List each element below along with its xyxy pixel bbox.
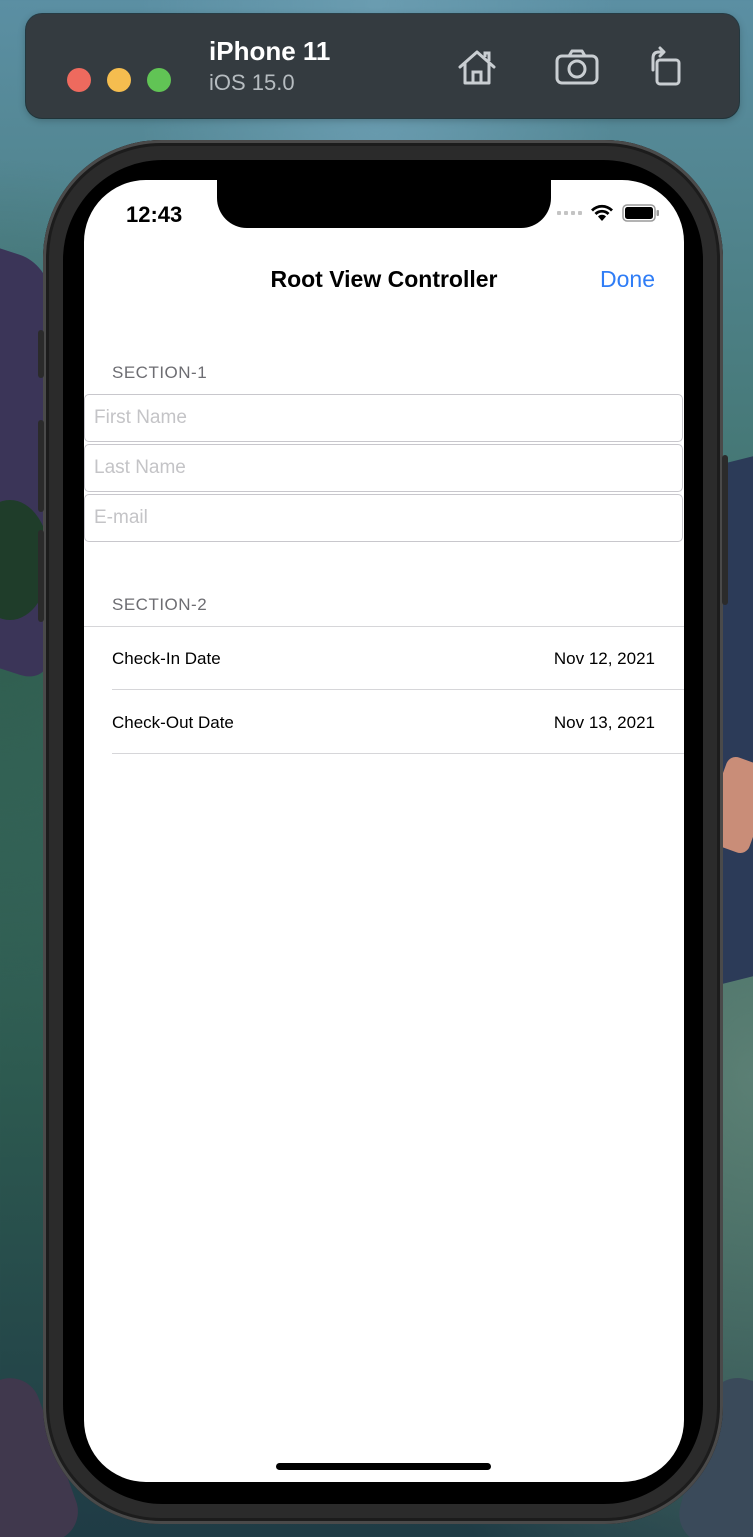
power-button [722,455,728,605]
wifi-icon [591,204,613,221]
status-indicators [557,204,660,222]
first-name-field [84,394,683,442]
section-header-2: SECTION-2 [112,595,208,614]
home-icon [458,50,496,85]
volume-down-button [38,530,44,622]
zoom-window-button[interactable] [147,68,171,92]
email-field [84,494,683,542]
os-version: iOS 15.0 [209,70,295,95]
volume-up-button [38,420,44,512]
first-name-input[interactable] [85,395,682,441]
status-time: 12:43 [126,202,183,227]
minimize-window-button[interactable] [107,68,131,92]
nav-title: Root View Controller [270,266,498,292]
simulator-toolbar: iPhone 11 iOS 15.0 [26,14,739,118]
check-in-date-value[interactable]: Nov 12, 2021 [554,649,655,669]
notch [217,180,551,228]
check-in-date-row[interactable]: Check-In Date Nov 12, 2021 [112,627,655,690]
home-button[interactable] [450,40,504,94]
check-out-date-label: Check-Out Date [112,712,234,732]
cellular-signal-icon [557,211,582,215]
device-name: iPhone 11 [209,36,331,66]
section-header-1: SECTION-1 [112,363,208,382]
screenshot-button[interactable] [550,40,604,94]
close-window-button[interactable] [67,68,91,92]
home-indicator[interactable] [276,1463,491,1470]
row-separator [112,689,684,690]
screenshot-icon [555,49,599,85]
rotate-icon [651,46,681,86]
done-button[interactable]: Done [600,266,655,293]
check-in-date-label: Check-In Date [112,648,221,668]
mute-switch [38,330,44,378]
last-name-field [84,444,683,492]
check-out-date-value[interactable]: Nov 13, 2021 [554,713,655,733]
row-separator [112,753,684,754]
check-out-date-row[interactable]: Check-Out Date Nov 13, 2021 [112,691,655,754]
battery-icon [622,204,659,222]
rotate-button[interactable] [638,40,692,94]
last-name-input[interactable] [85,445,682,491]
device-screen: 12:43 Root View Controller Done SECTION-… [84,180,684,1482]
email-input[interactable] [85,495,682,541]
